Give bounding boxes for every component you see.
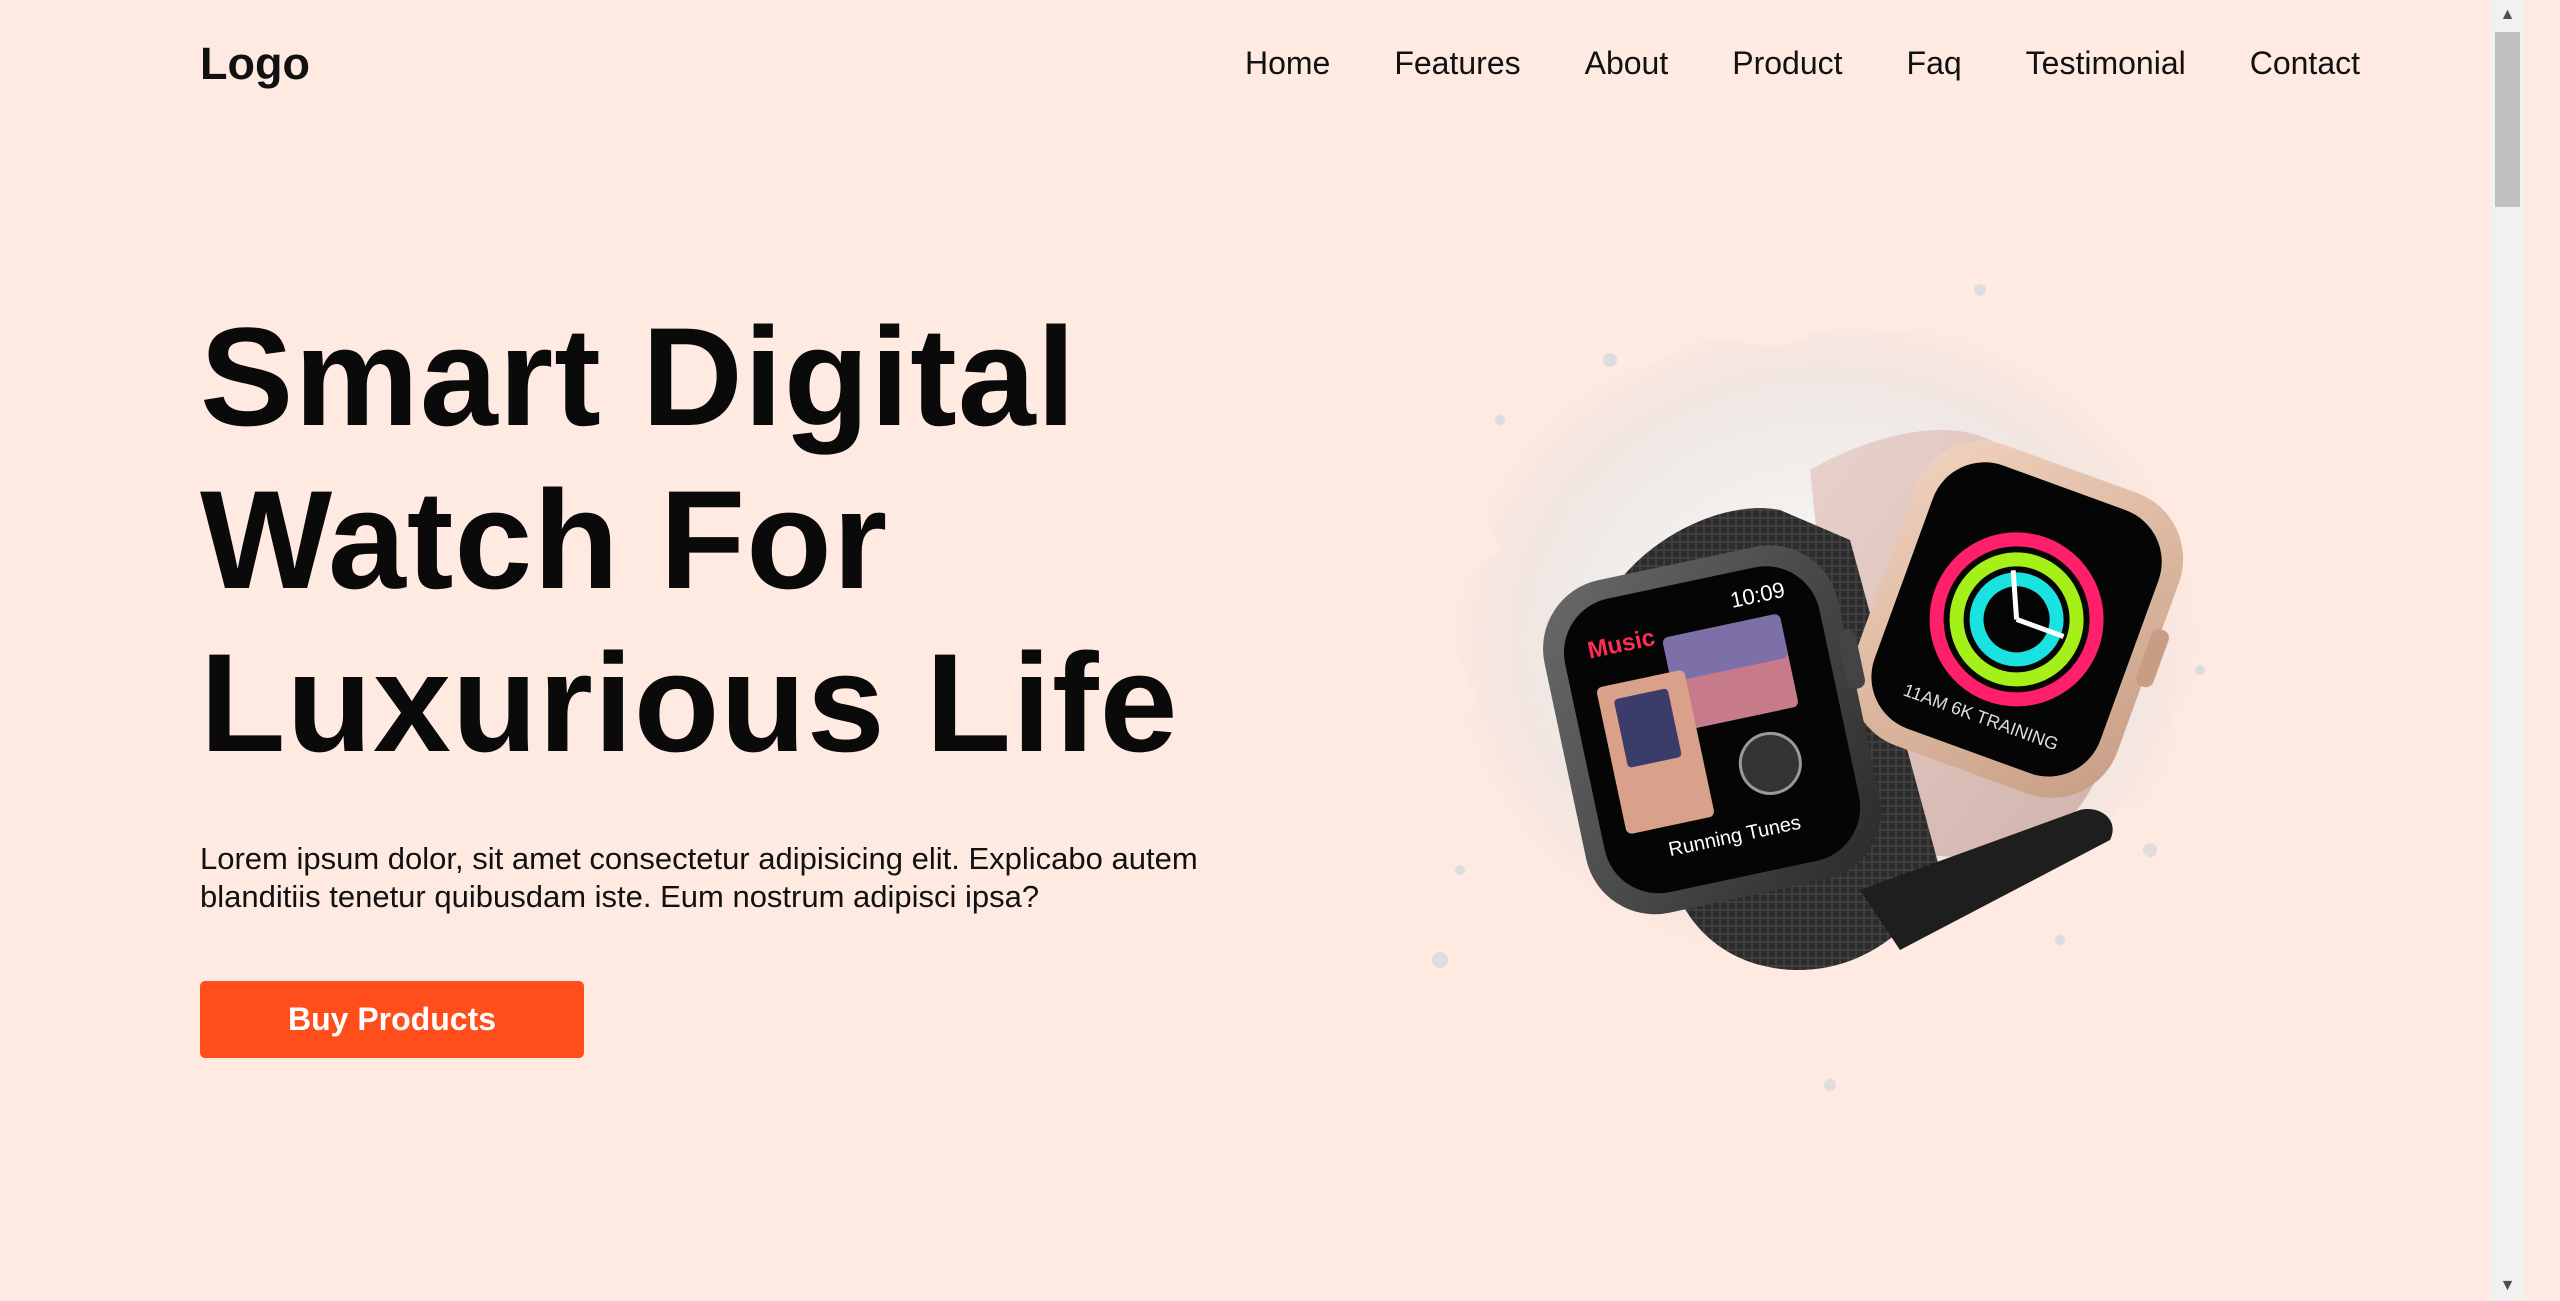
- hero-title: Smart Digital Watch For Luxurious Life: [200, 295, 1400, 784]
- nav-home[interactable]: Home: [1245, 45, 1330, 82]
- nav-about[interactable]: About: [1585, 45, 1669, 82]
- logo[interactable]: Logo: [200, 38, 310, 90]
- vertical-scrollbar[interactable]: ▲ ▼: [2490, 0, 2525, 1301]
- nav-features[interactable]: Features: [1394, 45, 1520, 82]
- nav-contact[interactable]: Contact: [2250, 45, 2360, 82]
- scroll-thumb[interactable]: [2495, 32, 2520, 207]
- landing-page: Logo Home Features About Product Faq Tes…: [0, 0, 2525, 1301]
- hero-watch-image: 11AM 6K TRAINING Music 10:09 Running Tun…: [1432, 284, 2205, 1091]
- nav-testimonial[interactable]: Testimonial: [2026, 45, 2186, 82]
- hero-title-line-1: Smart Digital: [200, 298, 1077, 455]
- scroll-up-arrow-icon[interactable]: ▲: [2490, 0, 2525, 30]
- hero-description: Lorem ipsum dolor, sit amet consectetur …: [200, 841, 1198, 914]
- scroll-down-arrow-icon[interactable]: ▼: [2490, 1271, 2525, 1301]
- nav-product[interactable]: Product: [1732, 45, 1842, 82]
- main-nav: Home Features About Product Faq Testimon…: [1245, 45, 2360, 82]
- nav-faq[interactable]: Faq: [1907, 45, 1962, 82]
- hero-title-line-3: Luxurious Life: [200, 624, 1179, 781]
- buy-products-button[interactable]: Buy Products: [200, 981, 584, 1058]
- hero-title-line-2: Watch For: [200, 461, 889, 618]
